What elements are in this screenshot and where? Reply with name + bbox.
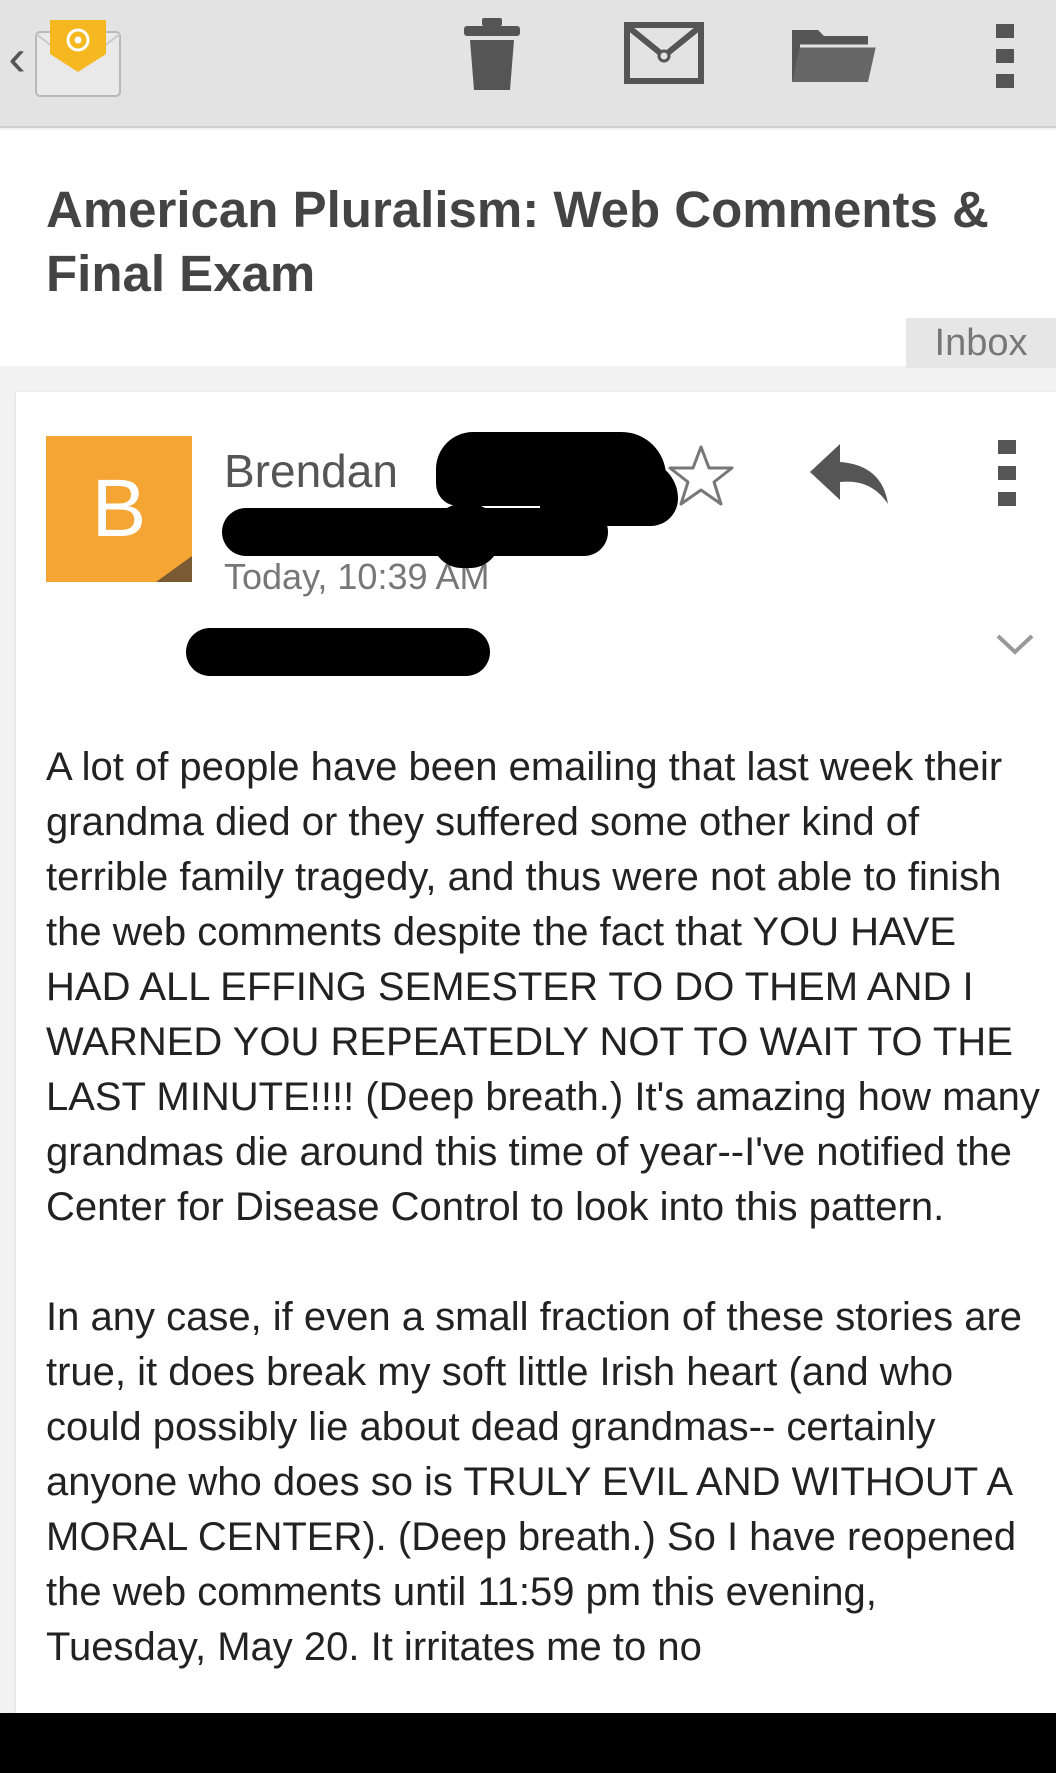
avatar-letter: B [91,463,147,554]
overflow-menu-icon[interactable] [980,16,1030,96]
message-body: A lot of people have been emailing that … [46,740,1046,1730]
back-chevron-icon[interactable]: ‹ [2,28,32,88]
star-icon[interactable] [666,444,736,508]
chevron-down-icon[interactable] [994,628,1036,660]
trash-icon[interactable] [456,14,528,94]
action-bar: ‹ [0,0,1056,128]
avatar-corner-fold [156,556,192,582]
redaction-mark [222,508,608,556]
reply-icon[interactable] [808,440,890,508]
inbox-label-badge[interactable]: Inbox [906,318,1056,368]
email-app-icon[interactable] [30,14,126,100]
subject-header: American Pluralism: Web Comments & Final… [0,130,1056,366]
message-overflow-menu-icon[interactable] [982,436,1032,512]
redaction-mark [186,628,490,676]
sender-avatar[interactable]: B [46,436,192,582]
mark-unread-mail-icon[interactable] [624,22,704,84]
body-paragraph: A lot of people have been emailing that … [46,745,1040,1229]
redaction-mark [432,504,500,568]
move-to-folder-icon[interactable] [788,22,878,86]
sender-name[interactable]: Brendan [224,444,398,498]
bottom-black-bar [0,1713,1056,1773]
email-subject: American Pluralism: Web Comments & Final… [46,181,989,302]
body-paragraph: In any case, if even a small fraction of… [46,1295,1023,1669]
